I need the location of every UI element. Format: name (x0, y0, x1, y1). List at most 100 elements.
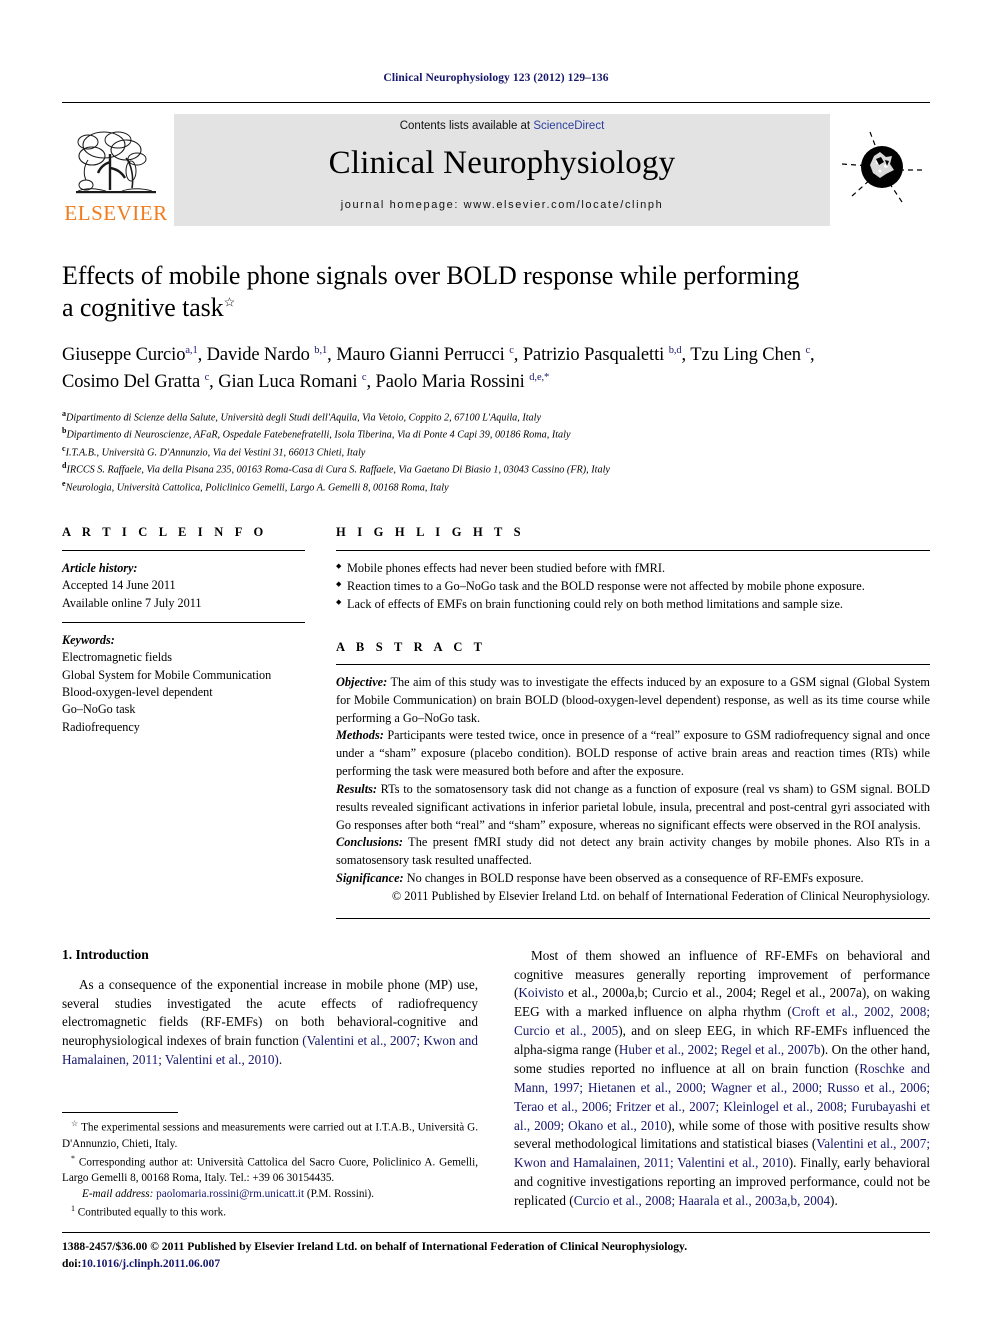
highlights-list: Mobile phones effects had never been stu… (336, 560, 930, 614)
email-link[interactable]: paolomaria.rossini@rm.unicatt.it (156, 1188, 304, 1200)
author-name: Paolo Maria Rossini (375, 372, 525, 393)
author-name: Tzu Ling Chen (690, 345, 801, 366)
highlights-abstract-column: H I G H L I G H T S Mobile phones effect… (336, 525, 930, 919)
elsevier-tree-icon (74, 128, 158, 202)
citation-link[interactable]: Koivisto (518, 985, 563, 1000)
abstract-section-label: Objective: (336, 674, 388, 689)
affiliation-text: Neurologia, Università Cattolica, Policl… (65, 482, 449, 494)
info-abstract-grid: A R T I C L E I N F O Article history: A… (62, 525, 930, 919)
abstract-section-text: RTs to the somatosensory task did not ch… (336, 781, 930, 832)
author-list: Giuseppe Curcioa,1, Davide Nardo b,1, Ma… (62, 345, 815, 393)
highlight-item: Lack of effects of EMFs on brain functio… (336, 596, 930, 614)
abstract-section: Objective: The aim of this study was to … (336, 674, 930, 727)
article-history: Article history: Accepted 14 June 2011 A… (62, 560, 305, 612)
footnote-email: E-mail address: paolomaria.rossini@rm.un… (62, 1187, 478, 1203)
abstract-body: Objective: The aim of this study was to … (336, 674, 930, 906)
affiliation-text: I.T.A.B., Università G. D'Annunzio, Via … (65, 447, 366, 459)
affiliation-row: aDipartimento di Scienze della Salute, U… (62, 408, 930, 425)
footnote-text: Contributed equally to this work. (75, 1206, 227, 1219)
citation-link[interactable]: Huber et al., 2002; Regel et al., 2007b (619, 1042, 821, 1057)
elsevier-wordmark: ELSEVIER (64, 201, 168, 225)
footnote-item: ☆ The experimental sessions and measurem… (62, 1118, 478, 1153)
doi-link[interactable]: 10.1016/j.clinph.2011.06.007 (81, 1257, 220, 1270)
author-name: Mauro Gianni Perrucci (336, 345, 505, 366)
author-affil-marker: c (805, 345, 811, 357)
journal-homepage-link[interactable]: journal homepage: www.elsevier.com/locat… (341, 199, 664, 211)
body-column-right: Most of them showed an influence of RF-E… (514, 947, 930, 1211)
affiliation-text: Dipartimento di Scienze della Salute, Un… (66, 412, 542, 424)
neuron-burst-icon (840, 126, 924, 215)
author-affil-marker: a,1 (185, 345, 198, 357)
abstract-section: Methods: Participants were tested twice,… (336, 727, 930, 780)
abstract-section: Conclusions: The present fMRI study did … (336, 834, 930, 870)
intro-paragraph: As a consequence of the exponential incr… (62, 976, 478, 1070)
sciencedirect-link[interactable]: ScienceDirect (533, 120, 604, 132)
journal-title: Clinical Neurophysiology (328, 145, 676, 181)
article-history-item: Available online 7 July 2011 (62, 595, 202, 610)
issn-copyright-line: 1388-2457/$36.00 © 2011 Published by Els… (62, 1240, 688, 1253)
author-affil-marker: c (509, 345, 514, 357)
doi-label: doi: (62, 1256, 82, 1270)
affiliation-text: Dipartimento di Neuroscienze, AFaR, Ospe… (66, 429, 571, 441)
footnotes-block: ☆ The experimental sessions and measurem… (62, 1112, 478, 1222)
author-name: Gian Luca Romani (218, 372, 358, 393)
affiliation-row: cI.T.A.B., Università G. D'Annunzio, Via… (62, 443, 930, 460)
article-info-heading: A R T I C L E I N F O (62, 525, 268, 540)
running-head: Clinical Neurophysiology 123 (2012) 129–… (383, 72, 609, 84)
affiliation-row: bDipartimento di Neuroscienze, AFaR, Osp… (62, 425, 930, 442)
author-name: Davide Nardo (206, 345, 310, 366)
footnote-item: * Corresponding author at: Università Ca… (62, 1153, 478, 1188)
journal-cover-mark (834, 114, 930, 226)
divider (336, 663, 930, 665)
page-footer: 1388-2457/$36.00 © 2011 Published by Els… (62, 1232, 930, 1273)
abstract-heading: A B S T R A C T (336, 639, 487, 654)
article-history-item: Accepted 14 June 2011 (62, 578, 176, 593)
divider (62, 1112, 178, 1113)
citation-link[interactable]: Curcio et al., 2008; Haarala et al., 200… (574, 1193, 830, 1208)
title-line-2: a cognitive task (62, 292, 224, 322)
highlights-heading: H I G H L I G H T S (336, 525, 525, 540)
divider (62, 550, 305, 552)
keyword-item: Global System for Mobile Communication (62, 667, 272, 682)
contents-prefix: Contents lists available at (399, 120, 534, 132)
title-line-1: Effects of mobile phone signals over BOL… (62, 261, 800, 290)
journal-masthead: ELSEVIER Contents lists available at Sci… (62, 102, 930, 226)
keyword-item: Go–NoGo task (62, 702, 136, 717)
contents-line: Contents lists available at ScienceDirec… (400, 120, 605, 132)
footnote-text: The experimental sessions and measuremen… (62, 1121, 478, 1150)
intro-paragraph-continued: Most of them showed an influence of RF-E… (514, 947, 930, 1211)
affiliation-row: eNeurologia, Università Cattolica, Polic… (62, 478, 930, 495)
keyword-item: Blood-oxygen-level dependent (62, 685, 213, 700)
keywords-label: Keywords: (62, 633, 115, 648)
divider (336, 917, 930, 919)
footnote-item: 1 Contributed equally to this work. (62, 1203, 478, 1222)
author-affil-marker: b,d (668, 345, 682, 357)
abstract-section-label: Conclusions: (336, 835, 403, 850)
abstract-copyright: © 2011 Published by Elsevier Ireland Ltd… (391, 888, 930, 903)
paragraph-text: ). (830, 1193, 838, 1209)
abstract-section: Results: RTs to the somatosensory task d… (336, 781, 930, 834)
article-info-column: A R T I C L E I N F O Article history: A… (62, 525, 305, 736)
author-name: Cosimo Del Gratta (62, 372, 201, 393)
elsevier-logo: ELSEVIER (62, 114, 170, 226)
affiliation-row: dIRCCS S. Raffaele, Via della Pisana 235… (62, 460, 930, 477)
abstract-section-label: Methods: (336, 728, 384, 743)
divider (62, 1232, 930, 1233)
affiliation-list: aDipartimento di Scienze della Salute, U… (62, 408, 930, 495)
keyword-item: Radiofrequency (62, 719, 140, 734)
abstract-section-text: No changes in BOLD response have been ob… (403, 871, 864, 886)
title-footnote-marker[interactable]: ☆ (224, 294, 236, 309)
author-name: Giuseppe Curcio (62, 345, 186, 366)
paper-page: Clinical Neurophysiology 123 (2012) 129–… (0, 0, 992, 1323)
email-label: E-mail address: (82, 1188, 154, 1201)
author-affil-marker: d,e,* (529, 371, 550, 383)
author-affil-marker: c (204, 371, 210, 383)
page-title: Effects of mobile phone signals over BOL… (62, 260, 930, 323)
body-column-left: 1. Introduction As a consequence of the … (62, 947, 478, 1070)
paragraph-text: et al., 2000a,b; Curcio et al., 2004; Re… (563, 985, 862, 1001)
paragraph-text: . (278, 1052, 283, 1068)
abstract-section-label: Significance: (336, 871, 404, 886)
author-affil-marker: c (361, 371, 367, 383)
abstract-section-label: Results: (336, 781, 377, 796)
affiliation-text: IRCCS S. Raffaele, Via della Pisana 235,… (66, 464, 610, 476)
